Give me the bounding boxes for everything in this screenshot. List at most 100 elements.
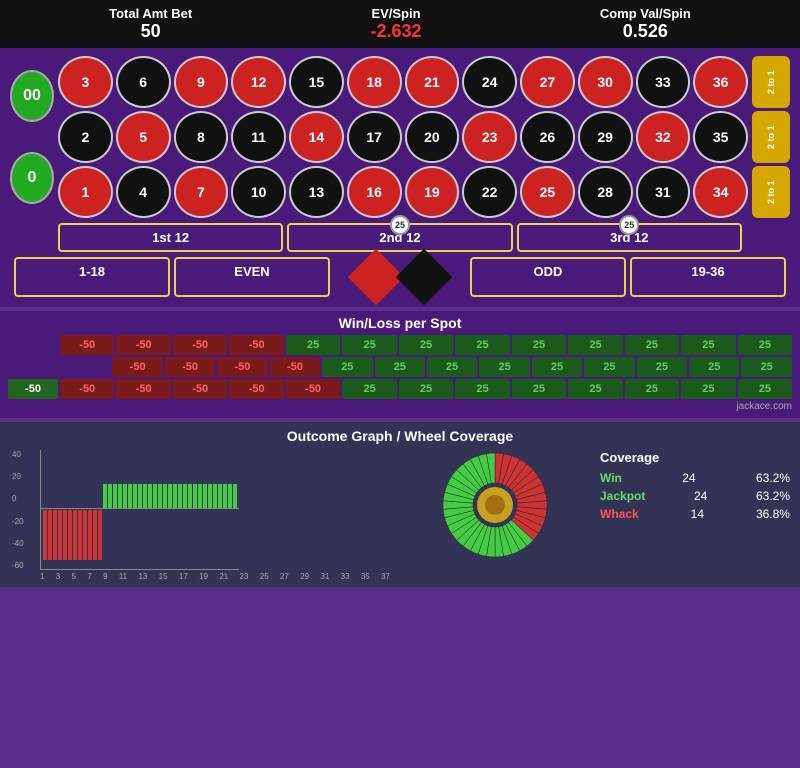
num-26[interactable]: 26: [520, 111, 575, 163]
bar-25: [168, 484, 172, 509]
dozen-3rd[interactable]: 25 3rd 12: [517, 223, 742, 252]
num-27[interactable]: 27: [520, 56, 575, 108]
num-19[interactable]: 19: [405, 166, 460, 218]
bar-15: [118, 484, 122, 509]
wheel-center: [485, 495, 505, 515]
num-9[interactable]: 9: [174, 56, 229, 108]
bar-7: [78, 510, 82, 560]
num-29[interactable]: 29: [578, 111, 633, 163]
num-15[interactable]: 15: [289, 56, 344, 108]
num-16[interactable]: 16: [347, 166, 402, 218]
num-31[interactable]: 31: [636, 166, 691, 218]
num-3[interactable]: 3: [58, 56, 113, 108]
num-21[interactable]: 21: [405, 56, 460, 108]
numbers-grid: 3691215182124273033362581114172023262932…: [58, 56, 748, 218]
bar-3: [58, 510, 62, 560]
bet-even[interactable]: EVEN: [174, 257, 330, 297]
dozen-2nd[interactable]: 25 2nd 12: [287, 223, 512, 252]
total-amt-label: Total Amt Bet: [109, 6, 192, 21]
zero-0[interactable]: 0: [10, 152, 54, 204]
num-36[interactable]: 36: [693, 56, 748, 108]
bet-odd[interactable]: ODD: [470, 257, 626, 297]
wl-cell-2-2: -50: [173, 379, 227, 399]
jackace-credit: jackace.com: [8, 401, 792, 412]
wl-cell-2-6: 25: [399, 379, 453, 399]
num-2[interactable]: 2: [58, 111, 113, 163]
outcome-section: Outcome Graph / Wheel Coverage 40200-20-…: [0, 422, 800, 587]
side-label-0: 2 to 1: [752, 56, 790, 108]
wl-cell-1-10: 25: [584, 357, 634, 377]
bar-9: [88, 510, 92, 560]
num-10[interactable]: 10: [231, 166, 286, 218]
num-35[interactable]: 35: [693, 111, 748, 163]
wl-cell-2-0: -50: [60, 379, 114, 399]
roulette-section: 00 0 36912151821242730333625811141720232…: [0, 48, 800, 307]
wl-cell-2-9: 25: [568, 379, 622, 399]
num-34[interactable]: 34: [693, 166, 748, 218]
num-7[interactable]: 7: [174, 166, 229, 218]
num-11[interactable]: 11: [231, 111, 286, 163]
num-25[interactable]: 25: [520, 166, 575, 218]
num-4[interactable]: 4: [116, 166, 171, 218]
wl-cell-1-12: 25: [689, 357, 739, 377]
bar-6: [73, 510, 77, 560]
coverage-table: Coverage Win 24 63.2% Jackpot 24 63.2% W…: [600, 450, 790, 525]
wheel-container: [400, 450, 590, 560]
whack-count: 14: [691, 507, 704, 521]
wl-cell-1-8: 25: [479, 357, 529, 377]
outcome-title: Outcome Graph / Wheel Coverage: [10, 428, 790, 444]
header-bar: Total Amt Bet 50 EV/Spin -2.632 Comp Val…: [0, 0, 800, 48]
zero-column: 00 0: [10, 56, 54, 218]
bar-20: [143, 484, 147, 509]
bar-37: [228, 484, 232, 509]
ev-spin-block: EV/Spin -2.632: [370, 6, 421, 42]
bet-19-36[interactable]: 19-36: [630, 257, 786, 297]
num-5[interactable]: 5: [116, 111, 171, 163]
num-1[interactable]: 1: [58, 166, 113, 218]
num-18[interactable]: 18: [347, 56, 402, 108]
num-23[interactable]: 23: [462, 111, 517, 163]
wl-cell-0-12: 25: [738, 335, 792, 355]
num-6[interactable]: 6: [116, 56, 171, 108]
dozen-1st[interactable]: 1st 12: [58, 223, 283, 252]
wl-cell-1-1: -50: [112, 357, 162, 377]
num-28[interactable]: 28: [578, 166, 633, 218]
num-12[interactable]: 12: [231, 56, 286, 108]
bar-36: [223, 484, 227, 509]
bar-33: [208, 484, 212, 509]
side-label-1: 2 to 1: [752, 111, 790, 163]
diamond-container: [334, 257, 466, 297]
black-diamond[interactable]: [396, 249, 453, 306]
winloss-grid: -50-50-50-50252525252525252525-50-50-50-…: [8, 335, 792, 399]
num-20[interactable]: 20: [405, 111, 460, 163]
zero-00[interactable]: 00: [10, 70, 54, 122]
jackpot-label: Jackpot: [600, 489, 645, 503]
wl-cell-0-7: 25: [455, 335, 509, 355]
num-13[interactable]: 13: [289, 166, 344, 218]
bet-1-18[interactable]: 1-18: [14, 257, 170, 297]
num-8[interactable]: 8: [174, 111, 229, 163]
num-24[interactable]: 24: [462, 56, 517, 108]
jackpot-pct: 63.2%: [756, 489, 790, 503]
coverage-win-row: Win 24 63.2%: [600, 471, 790, 485]
chart-x-labels: 135791113151719212325272931333537: [40, 572, 390, 581]
wl-cell-1-9: 25: [532, 357, 582, 377]
bar-chart: [40, 450, 239, 570]
wl-cell-2-4: -50: [286, 379, 340, 399]
ev-spin-label: EV/Spin: [370, 6, 421, 21]
bar-0: [43, 510, 47, 560]
num-14[interactable]: 14: [289, 111, 344, 163]
num-30[interactable]: 30: [578, 56, 633, 108]
bar-28: [183, 484, 187, 509]
num-32[interactable]: 32: [636, 111, 691, 163]
total-amt-value: 50: [109, 21, 192, 42]
wl-cell-1-13: 25: [741, 357, 791, 377]
num-33[interactable]: 33: [636, 56, 691, 108]
wl-row-1: -50-50-50-50252525252525252525: [8, 357, 792, 377]
whack-label: Whack: [600, 507, 639, 521]
wl-cell-2-10: 25: [625, 379, 679, 399]
bar-31: [198, 484, 202, 509]
num-22[interactable]: 22: [462, 166, 517, 218]
num-17[interactable]: 17: [347, 111, 402, 163]
wl-cell-1-5: 25: [322, 357, 372, 377]
